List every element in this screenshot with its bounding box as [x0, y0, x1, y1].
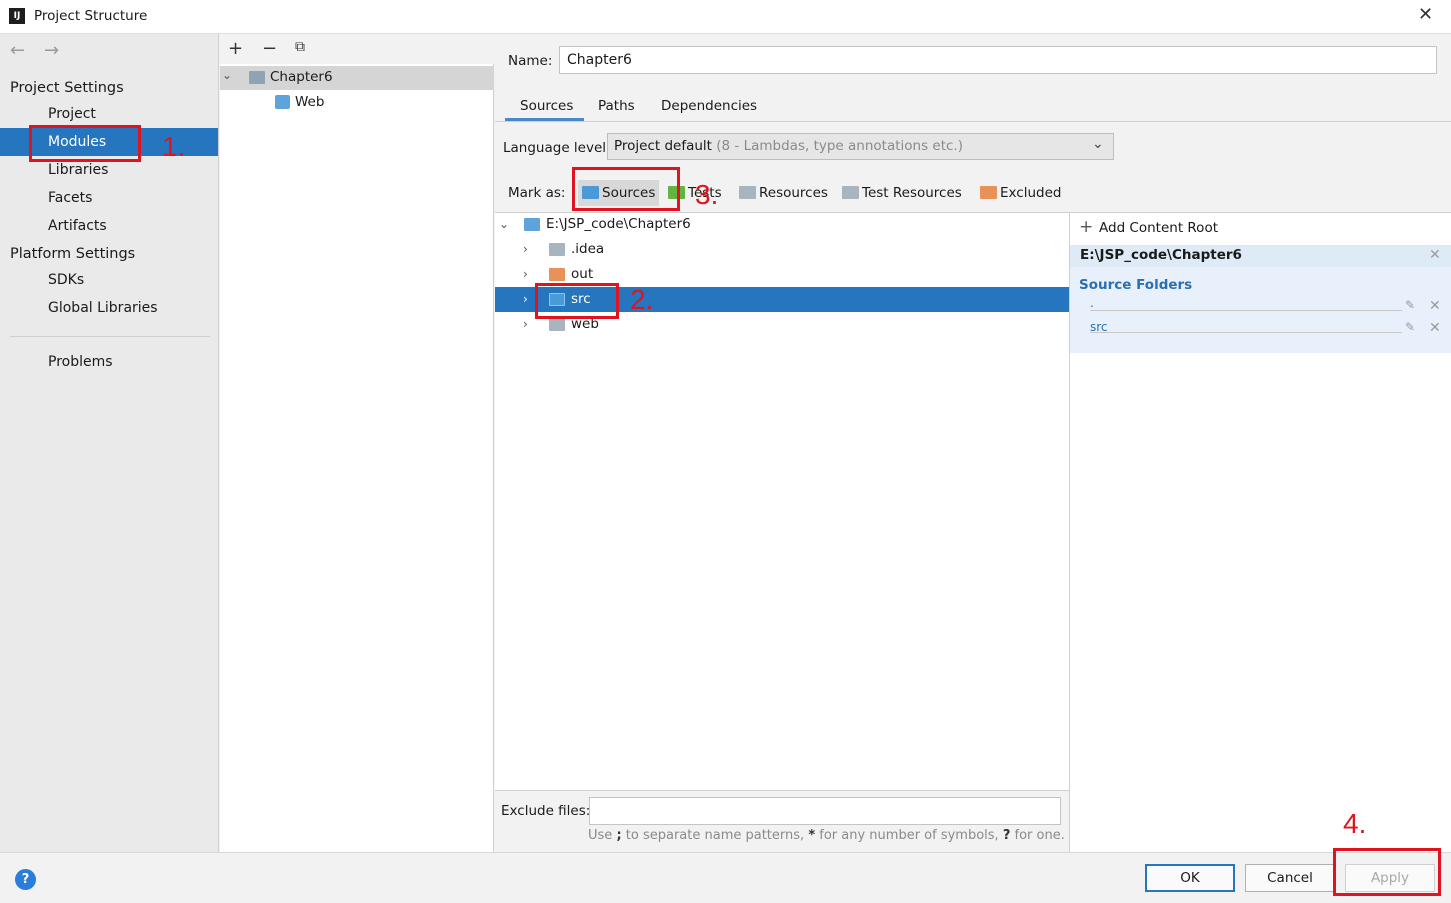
remove-icon[interactable]: ✕: [1429, 298, 1441, 314]
tree-root-label: E:\JSP_code\Chapter6: [546, 216, 691, 232]
tab-sources[interactable]: Sources: [520, 98, 573, 114]
chevron-down-icon[interactable]: ⌄: [499, 212, 509, 237]
name-label: Name:: [508, 53, 553, 69]
remove-content-root-icon[interactable]: ✕: [1429, 247, 1441, 263]
sidebar-item-artifacts[interactable]: Artifacts: [0, 212, 218, 240]
resources-folder-icon: [739, 186, 756, 199]
mark-test-resources-label: Test Resources: [862, 185, 962, 201]
add-icon[interactable]: +: [228, 38, 243, 59]
remove-icon[interactable]: ✕: [1429, 320, 1441, 336]
sidebar-item-project[interactable]: Project: [0, 100, 218, 128]
web-facet-icon: [275, 95, 290, 109]
copy-icon[interactable]: ⧉: [295, 39, 305, 55]
mark-excluded-label: Excluded: [1000, 185, 1062, 201]
module-list-panel: [220, 34, 494, 852]
annotation-box-apply: [1333, 848, 1441, 896]
mark-excluded-button[interactable]: Excluded: [976, 180, 1065, 206]
tab-paths[interactable]: Paths: [598, 98, 635, 114]
root-folder-icon: [524, 218, 540, 231]
content-root-path: E:\JSP_code\Chapter6: [1080, 247, 1242, 263]
module-folder-icon: [249, 71, 265, 84]
forward-arrow-icon[interactable]: →: [44, 40, 59, 61]
intellij-app-icon: IJ: [9, 8, 25, 24]
remove-icon[interactable]: −: [262, 38, 277, 59]
language-level-value: Project default: [614, 138, 712, 154]
exclude-files-input[interactable]: [589, 797, 1061, 825]
annotation-box-sources: [572, 167, 680, 211]
source-folder-underline: [1090, 310, 1402, 311]
cancel-button[interactable]: Cancel: [1245, 864, 1335, 892]
source-folder-underline: [1090, 332, 1402, 333]
title-bar: [0, 0, 1451, 34]
add-content-root-link[interactable]: Add Content Root: [1099, 220, 1218, 236]
platform-settings-heading: Platform Settings: [10, 246, 136, 262]
tab-dependencies[interactable]: Dependencies: [661, 98, 757, 114]
module-name: Chapter6: [270, 69, 333, 85]
module-name-input[interactable]: Chapter6: [559, 46, 1437, 74]
tree-row-root[interactable]: ⌄ E:\JSP_code\Chapter6: [495, 212, 1069, 237]
chevron-right-icon[interactable]: ›: [523, 312, 528, 337]
back-arrow-icon[interactable]: ←: [10, 40, 25, 61]
window-title: Project Structure: [34, 8, 148, 24]
sidebar-item-problems[interactable]: Problems: [0, 348, 218, 376]
chevron-down-icon[interactable]: ⌄: [222, 68, 232, 82]
annotation-box-modules: [29, 125, 141, 162]
plus-icon[interactable]: +: [1079, 217, 1093, 237]
source-folders-heading: Source Folders: [1079, 277, 1193, 293]
chevron-down-icon[interactable]: ⌄: [1092, 136, 1104, 152]
mark-resources-label: Resources: [759, 185, 828, 201]
chevron-right-icon[interactable]: ›: [523, 262, 528, 287]
test-resources-folder-icon: [842, 186, 859, 199]
annotation-step-3: 3.: [695, 179, 719, 210]
chevron-right-icon[interactable]: ›: [523, 237, 528, 262]
close-icon[interactable]: ✕: [1418, 4, 1433, 25]
chevron-right-icon[interactable]: ›: [523, 287, 528, 312]
help-icon[interactable]: ?: [15, 869, 36, 890]
folder-icon: [549, 243, 565, 256]
project-settings-heading: Project Settings: [10, 80, 124, 96]
folder-icon: [549, 318, 565, 331]
mark-as-label: Mark as:: [508, 185, 566, 201]
edit-icon[interactable]: ✎: [1405, 298, 1415, 312]
sidebar-item-global-libraries[interactable]: Global Libraries: [0, 294, 218, 322]
tree-item-label: .idea: [571, 241, 605, 257]
mark-resources-button[interactable]: Resources: [735, 180, 832, 206]
annotation-step-2: 2.: [630, 284, 654, 315]
language-level-label: Language level:: [503, 140, 611, 156]
edit-icon[interactable]: ✎: [1405, 320, 1415, 334]
annotation-box-src: [535, 283, 619, 319]
facet-web[interactable]: Web: [295, 94, 324, 110]
ok-button[interactable]: OK: [1145, 864, 1235, 892]
language-level-hint: (8 - Lambdas, type annotations etc.): [716, 138, 963, 154]
mark-test-resources-button[interactable]: Test Resources: [838, 180, 966, 206]
language-level-select[interactable]: Project default (8 - Lambdas, type annot…: [607, 133, 1114, 160]
sidebar-item-sdks[interactable]: SDKs: [0, 266, 218, 294]
annotation-step-1: 1.: [162, 131, 186, 162]
source-folder-item[interactable]: .: [1090, 296, 1094, 310]
exclude-files-hint: Use ; to separate name patterns, * for a…: [588, 828, 1065, 843]
tabs-divider: [495, 121, 1451, 122]
exclude-files-label: Exclude files:: [501, 803, 591, 819]
tree-row-idea[interactable]: › .idea: [495, 237, 1069, 262]
sidebar-item-facets[interactable]: Facets: [0, 184, 218, 212]
sidebar-divider: [10, 336, 210, 337]
excluded-folder-icon: [549, 268, 565, 281]
annotation-step-4: 4.: [1343, 808, 1367, 839]
excluded-folder-icon: [980, 186, 997, 199]
